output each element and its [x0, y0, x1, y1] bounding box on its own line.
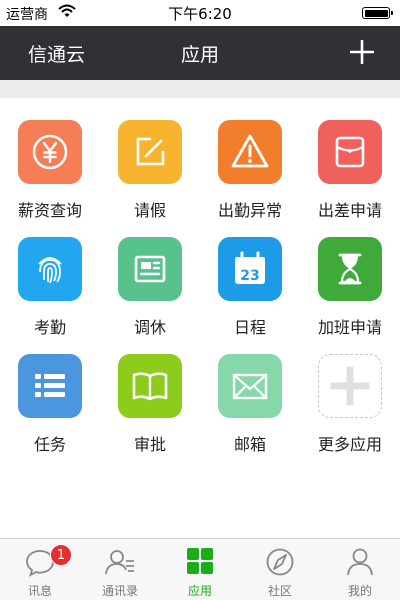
tile-trip: [318, 120, 382, 184]
tab-bar: 1 讯息 通讯录 应用 社区 我的: [0, 538, 400, 600]
tile-overtime: [318, 237, 382, 301]
plus-icon[interactable]: [350, 40, 374, 64]
app-label: 更多应用: [317, 435, 382, 454]
add-more-icon: [330, 366, 370, 406]
app-compensatory-leave[interactable]: 调休: [100, 215, 200, 337]
edit-pencil-icon: [136, 137, 165, 166]
tile-attendance: [18, 237, 82, 301]
unread-badge: 1: [50, 544, 72, 566]
app-overtime[interactable]: 加班申请: [300, 215, 400, 337]
hourglass-icon: [338, 253, 362, 285]
tab-apps[interactable]: 应用: [160, 539, 240, 600]
calendar-day: 23: [240, 268, 259, 284]
calendar-icon: 23: [235, 251, 265, 284]
tab-label: 应用: [187, 584, 212, 598]
tile-compensatory: [118, 237, 182, 301]
app-attendance[interactable]: 考勤: [0, 215, 100, 337]
app-business-trip[interactable]: 出差申请: [300, 98, 400, 220]
app-schedule[interactable]: 23 日程: [200, 215, 300, 337]
app-tasks[interactable]: 任务: [0, 332, 100, 454]
tab-contacts[interactable]: 通讯录: [80, 539, 160, 600]
tile-salary: [18, 120, 82, 184]
status-time: 下午6:20: [168, 5, 232, 23]
tile-mailbox: [218, 354, 282, 418]
tile-exception: [218, 120, 282, 184]
tab-label: 讯息: [27, 584, 52, 598]
tab-label: 通讯录: [101, 584, 138, 598]
battery-icon: [362, 7, 393, 19]
person-icon: [344, 547, 376, 577]
apps-grid-icon: [184, 547, 216, 577]
app-label: 任务: [33, 435, 66, 454]
section-divider: [0, 80, 400, 98]
newspaper-icon: [134, 255, 166, 283]
app-grid: 薪资查询 请假 出勤异常 出差申请 考勤 调休 23 日程 加班申请 任务 审批…: [0, 98, 400, 538]
tab-community[interactable]: 社区: [240, 539, 320, 600]
list-icon: [35, 374, 65, 397]
app-label: 邮箱: [233, 435, 266, 454]
app-mailbox[interactable]: 邮箱: [200, 332, 300, 454]
app-attendance-exception[interactable]: 出勤异常: [200, 98, 300, 220]
fingerprint-icon: [38, 257, 62, 284]
open-book-icon: [132, 372, 168, 401]
contacts-icon: [104, 547, 136, 577]
compass-icon: [264, 547, 296, 577]
tile-leave: [118, 120, 182, 184]
tab-messages[interactable]: 1 讯息: [0, 539, 80, 600]
app-approval[interactable]: 审批: [100, 332, 200, 454]
status-bar: 运营商 下午6:20: [0, 0, 400, 26]
tab-label: 我的: [347, 584, 372, 598]
tile-schedule: 23: [218, 237, 282, 301]
app-label: 审批: [133, 435, 166, 454]
app-leave[interactable]: 请假: [100, 98, 200, 220]
tile-more: [318, 354, 382, 418]
tile-approval: [118, 354, 182, 418]
briefcase-icon: [335, 136, 365, 168]
page-title: 应用: [180, 44, 219, 66]
warning-triangle-icon: [231, 134, 269, 168]
yen-coin-icon: [32, 134, 68, 170]
tab-profile[interactable]: 我的: [320, 539, 400, 600]
tab-label: 社区: [267, 584, 292, 598]
envelope-icon: [232, 373, 268, 400]
app-more[interactable]: 更多应用: [300, 332, 400, 454]
app-salary-query[interactable]: 薪资查询: [0, 98, 100, 220]
tile-tasks: [18, 354, 82, 418]
nav-bar: 信通云 应用: [0, 26, 400, 80]
